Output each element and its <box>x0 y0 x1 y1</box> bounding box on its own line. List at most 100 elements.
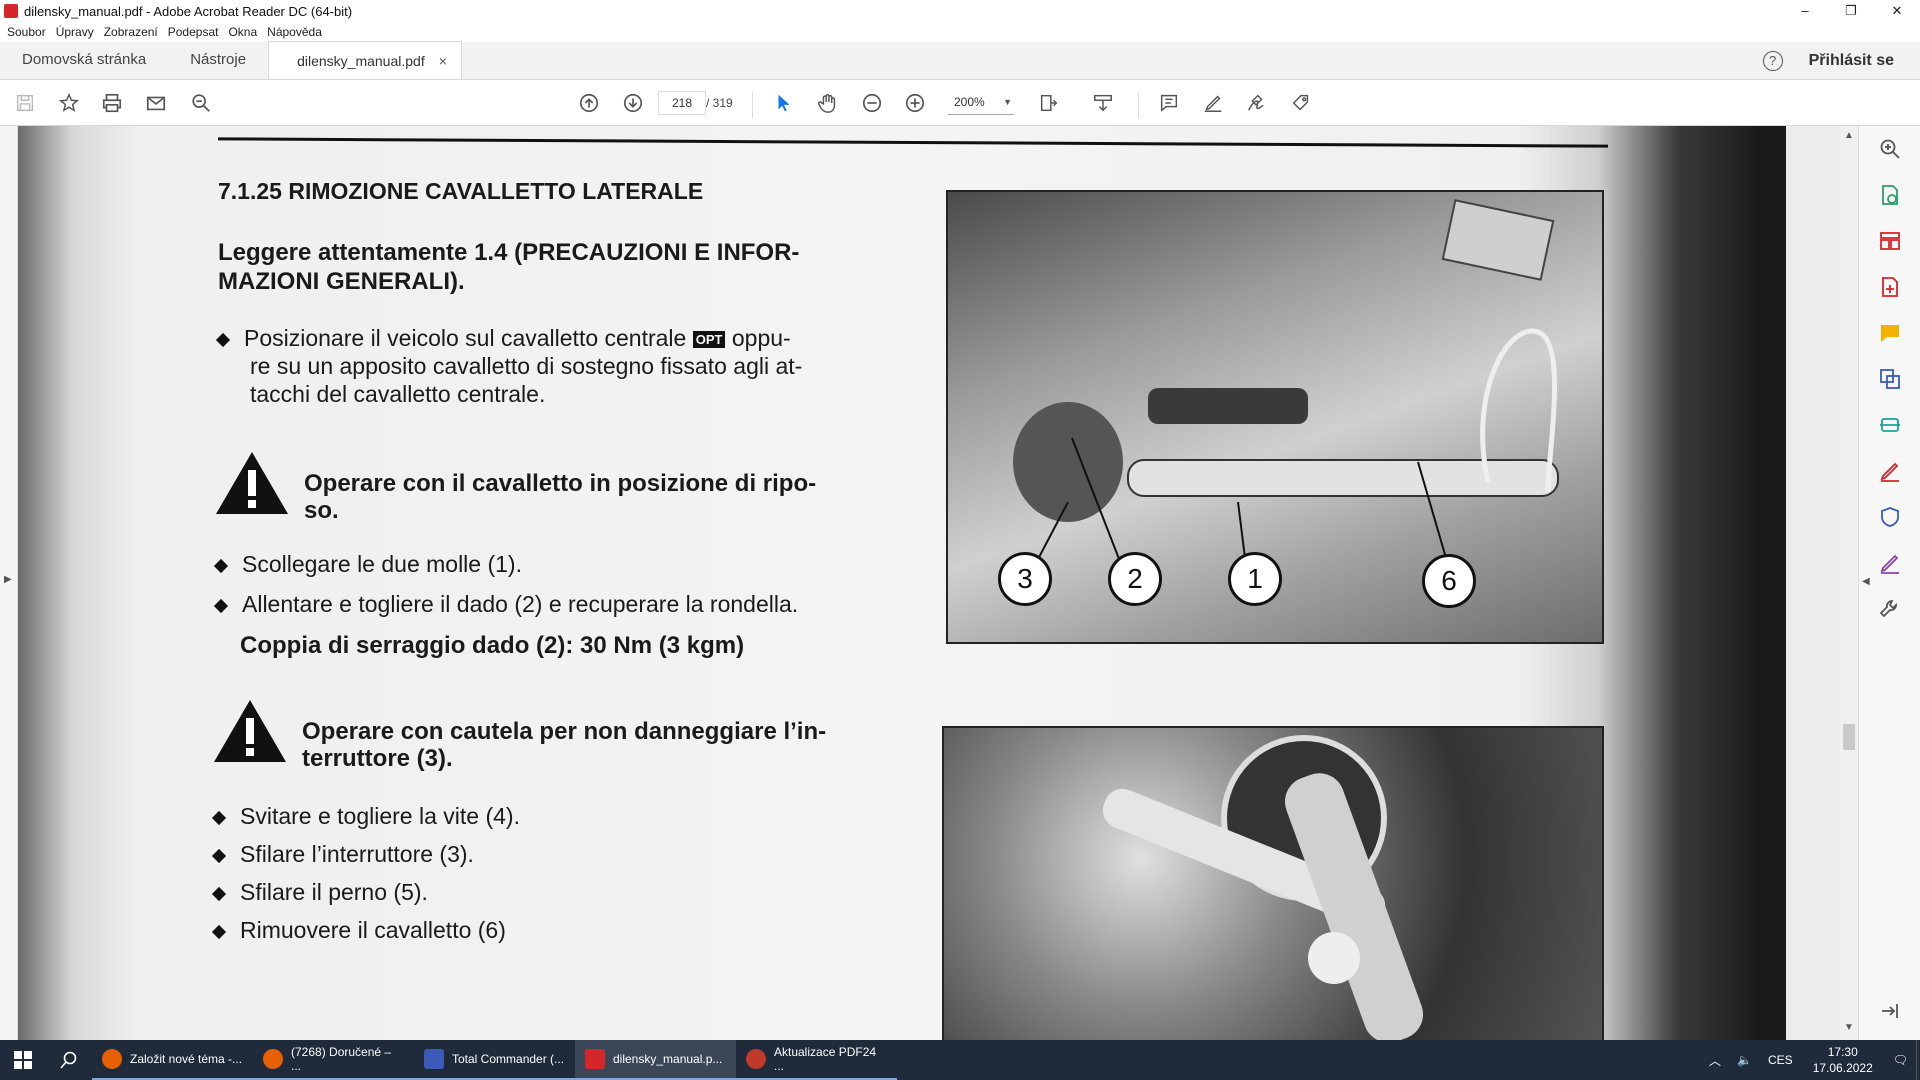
search-icon <box>60 1051 77 1069</box>
document-area[interactable]: ▶ 7.1.25 RIMOZIONE CAVALLETTO LATERALE L… <box>0 126 1920 1040</box>
highlight-icon[interactable] <box>1200 90 1226 116</box>
step-2: Scollegare le due molle (1). <box>213 550 522 578</box>
taskbar-app-active[interactable]: dilensky_manual.p... <box>575 1040 736 1080</box>
collapse-pane-icon[interactable] <box>1877 998 1903 1024</box>
help-icon[interactable]: ? <box>1762 51 1783 71</box>
menu-sign[interactable]: Podepsat <box>168 25 219 39</box>
create-pdf-icon[interactable] <box>1877 274 1903 300</box>
prev-page-icon[interactable] <box>576 90 602 116</box>
more-tools-icon[interactable] <box>1877 596 1903 622</box>
expand-left-pane-icon[interactable]: ▶ <box>4 574 12 585</box>
warning-2-line-2: terruttore (3). <box>302 745 453 772</box>
start-button[interactable] <box>0 1040 46 1080</box>
bullet-icon <box>211 924 227 939</box>
vertical-scrollbar[interactable]: ▲ ▼ <box>1840 126 1858 1040</box>
combine-files-icon[interactable] <box>1877 366 1903 392</box>
bullet-icon <box>213 598 229 613</box>
clock[interactable]: 17:30 17.06.2022 <box>1813 1044 1873 1076</box>
organize-pages-icon[interactable] <box>1877 228 1903 254</box>
scan-ocr-icon[interactable] <box>1877 412 1903 438</box>
step-6: Sfilare il perno (5). <box>211 878 428 906</box>
stand-photo-top: 3 2 1 6 <box>946 190 1604 644</box>
notifications-icon[interactable]: 🗨 <box>1893 1053 1908 1067</box>
window-controls: – ❐ ✕ <box>1782 0 1920 22</box>
protect-icon[interactable] <box>1877 504 1903 530</box>
fit-page-icon[interactable] <box>1036 90 1062 116</box>
scroll-down-icon[interactable]: ▼ <box>1844 1022 1854 1033</box>
tab-tools[interactable]: Nástroje <box>168 41 268 79</box>
send-for-signature-icon[interactable] <box>1877 550 1903 576</box>
comment-tool-icon[interactable] <box>1877 320 1903 346</box>
email-icon[interactable] <box>143 90 169 116</box>
menu-view[interactable]: Zobrazení <box>104 25 158 39</box>
zoom-tool-icon[interactable] <box>1877 136 1903 162</box>
bookmark-icon[interactable] <box>56 90 82 116</box>
scroll-up-icon[interactable]: ▲ <box>1844 130 1854 141</box>
header-rule <box>218 137 1608 148</box>
menu-file[interactable]: Soubor <box>7 25 46 39</box>
title-bar: dilensky_manual.pdf - Adobe Acrobat Read… <box>0 0 1920 22</box>
step-1-line-3: tacchi del cavalletto centrale. <box>250 381 546 407</box>
print-icon[interactable] <box>99 90 125 116</box>
comment-icon[interactable] <box>1156 90 1182 116</box>
sign-icon[interactable] <box>1243 90 1269 116</box>
zoom-out-icon[interactable] <box>859 90 885 116</box>
warning-2-line-1: Operare con cautela per non danneggiare … <box>302 718 827 745</box>
tab-close-icon[interactable]: × <box>439 53 447 69</box>
windows-icon <box>14 1051 32 1069</box>
restore-button[interactable]: ❐ <box>1828 0 1874 22</box>
callout-3: 3 <box>998 552 1052 606</box>
system-tray: ︿ 🔈 CES 17:30 17.06.2022 🗨 <box>1701 1040 1920 1080</box>
scroll-mode-icon[interactable] <box>1090 90 1116 116</box>
stand-photo-bottom <box>942 726 1604 1040</box>
tab-document[interactable]: dilensky_manual.pdf × <box>268 41 462 79</box>
next-page-icon[interactable] <box>620 90 646 116</box>
tab-home[interactable]: Domovská stránka <box>0 41 168 79</box>
chevron-up-icon[interactable]: ︿ <box>1709 1052 1721 1069</box>
close-window-button[interactable]: ✕ <box>1874 0 1920 22</box>
step-4: Svitare e togliere la vite (4). <box>211 802 520 830</box>
step-1: Posizionare il veicolo sul cavalletto ce… <box>215 324 918 354</box>
tab-bar: Domovská stránka Nástroje dilensky_manua… <box>0 41 1920 80</box>
left-nav-pane[interactable]: ▶ <box>0 126 18 1040</box>
language-indicator[interactable]: CES <box>1768 1053 1793 1067</box>
minimize-button[interactable]: – <box>1782 0 1828 22</box>
hand-icon[interactable] <box>815 90 841 116</box>
menu-edit[interactable]: Úpravy <box>56 25 94 39</box>
taskbar-app[interactable]: (7268) Doručené – ... <box>253 1040 414 1080</box>
zoom-in-icon[interactable] <box>902 90 928 116</box>
bullet-icon <box>213 558 229 573</box>
warning-triangle-icon <box>214 700 286 762</box>
share-icon[interactable] <box>1288 90 1314 116</box>
expand-right-pane-icon[interactable]: ◀ <box>1862 576 1870 587</box>
taskbar-app[interactable]: Total Commander (... <box>414 1040 575 1080</box>
step-7: Rimuovere il cavalletto (6) <box>211 916 506 944</box>
scrollbar-thumb[interactable] <box>1843 724 1855 750</box>
firefox-icon <box>263 1049 283 1069</box>
taskbar: Založit nové téma -... (7268) Doručené –… <box>0 1040 1920 1080</box>
zoom-value: 200% <box>954 95 985 109</box>
callout-6: 6 <box>1422 554 1476 608</box>
select-icon[interactable] <box>771 90 797 116</box>
read-note: Leggere attentamente 1.4 (PRECAUZIONI E … <box>218 239 800 295</box>
taskbar-app[interactable]: Aktualizace PDF24 ... <box>736 1040 897 1080</box>
save-icon[interactable] <box>12 90 38 116</box>
menu-help[interactable]: Nápověda <box>267 25 322 39</box>
bullet-icon <box>211 810 227 825</box>
fill-sign-icon[interactable] <box>1877 458 1903 484</box>
zoom-select[interactable]: 200% ▼ <box>948 91 1014 115</box>
show-desktop-button[interactable] <box>1916 1040 1920 1080</box>
torque-note: Coppia di serraggio dado (2): 30 Nm (3 k… <box>240 632 745 659</box>
callout-2: 2 <box>1108 552 1162 606</box>
find-icon[interactable] <box>188 90 214 116</box>
chevron-down-icon: ▼ <box>1003 97 1012 107</box>
signin-button[interactable]: Přihlásit se <box>1809 52 1894 70</box>
toolbar-divider <box>752 92 753 118</box>
volume-icon[interactable]: 🔈 <box>1737 1053 1752 1067</box>
page-number-input[interactable]: 218 <box>658 91 706 115</box>
opt-badge: OPT <box>692 330 726 348</box>
export-pdf-icon[interactable] <box>1877 182 1903 208</box>
taskbar-app[interactable]: Založit nové téma -... <box>92 1040 253 1080</box>
menu-window[interactable]: Okna <box>228 25 257 39</box>
search-button[interactable] <box>46 1040 92 1080</box>
